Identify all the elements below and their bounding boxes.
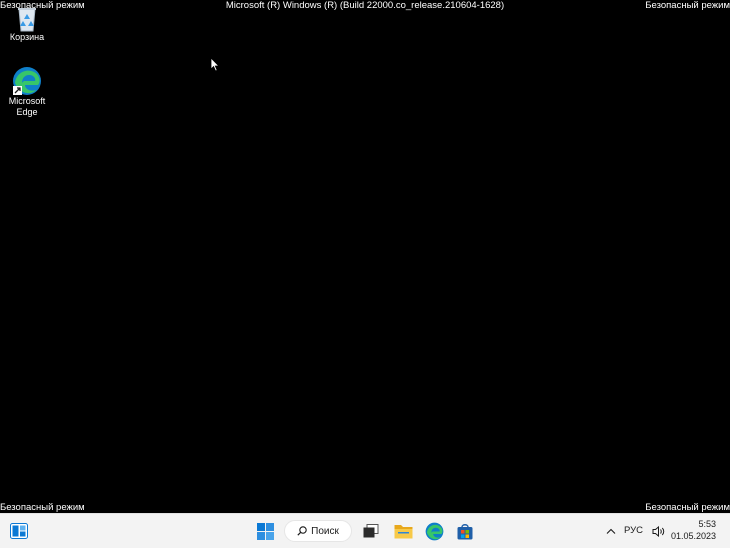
taskbar: Поиск РУС 5:53 01.05.2023 <box>0 513 730 548</box>
safe-mode-label-bottom-left: Безопасный режим <box>0 502 85 513</box>
widgets-icon <box>10 523 28 539</box>
search-label: Поиск <box>311 525 339 537</box>
volume-button[interactable] <box>648 518 668 544</box>
task-view-icon <box>363 524 379 538</box>
task-view-button[interactable] <box>358 518 384 544</box>
edge-label: Microsoft Edge <box>8 96 46 117</box>
clock-date: 01.05.2023 <box>670 531 716 541</box>
build-info-label: Microsoft (R) Windows (R) (Build 22000.c… <box>225 0 505 11</box>
desktop-icon-recycle-bin[interactable]: Корзина <box>0 6 54 43</box>
file-explorer-button[interactable] <box>390 518 416 544</box>
recycle-bin-label: Корзина <box>9 32 45 42</box>
clock-time: 5:53 <box>698 519 716 529</box>
store-icon <box>457 523 473 539</box>
store-button[interactable] <box>452 518 478 544</box>
clock[interactable]: 5:53 01.05.2023 <box>671 518 716 542</box>
widgets-button[interactable] <box>6 518 32 544</box>
edge-icon <box>13 67 41 95</box>
desktop-icon-edge[interactable]: Microsoft Edge <box>0 66 54 118</box>
edge-icon <box>425 522 443 540</box>
language-indicator[interactable]: РУС <box>624 525 643 537</box>
search-box[interactable]: Поиск <box>284 520 352 542</box>
start-button[interactable] <box>252 518 278 544</box>
volume-icon <box>652 525 664 537</box>
safe-mode-label-top-right: Безопасный режим <box>645 0 730 11</box>
start-icon <box>256 522 274 540</box>
desktop[interactable]: Безопасный режим Microsoft (R) Windows (… <box>0 0 730 513</box>
safe-mode-label-bottom-right: Безопасный режим <box>645 502 730 513</box>
file-explorer-icon <box>394 525 412 539</box>
show-hidden-icons-button[interactable] <box>601 518 621 544</box>
search-icon <box>297 526 307 536</box>
chevron-up-icon <box>606 528 616 534</box>
edge-taskbar-button[interactable] <box>421 518 447 544</box>
mouse-cursor-icon <box>210 57 220 72</box>
recycle-bin-icon <box>18 8 36 32</box>
